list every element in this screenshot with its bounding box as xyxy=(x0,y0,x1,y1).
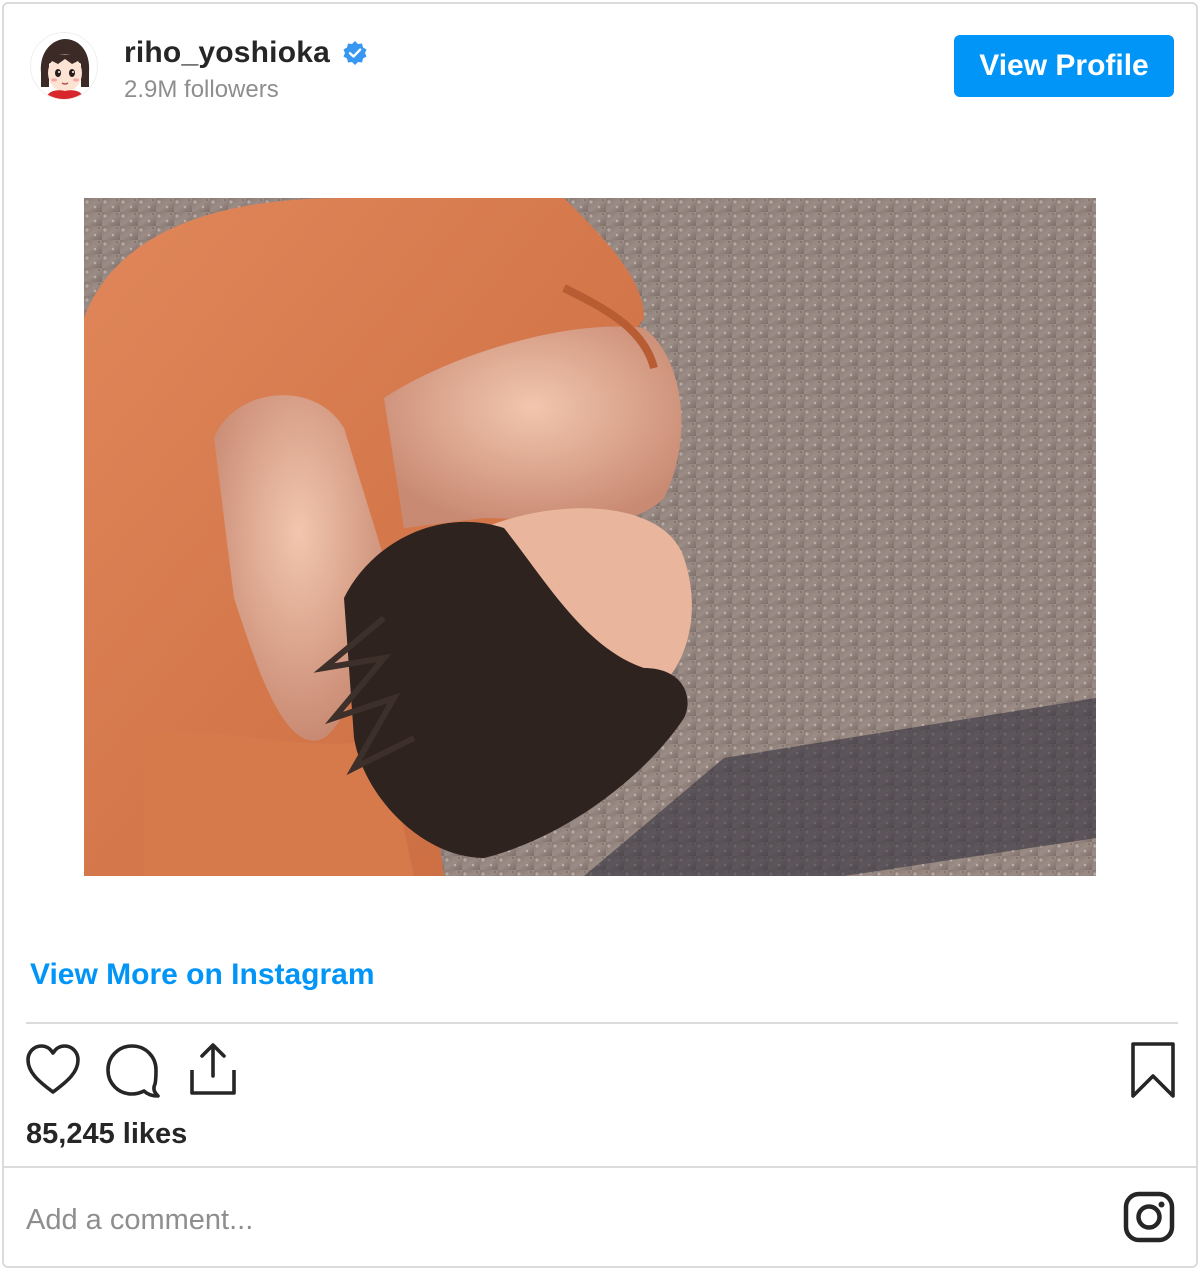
post-image[interactable] xyxy=(84,198,1096,876)
action-bar xyxy=(4,1040,1196,1110)
post-header: riho_yoshioka 2.9M followers View Profil… xyxy=(4,4,1196,134)
follower-count: 2.9M followers xyxy=(124,76,279,103)
instagram-embed-card: riho_yoshioka 2.9M followers View Profil… xyxy=(2,2,1198,1268)
divider xyxy=(26,1022,1178,1024)
avatar-illustration xyxy=(31,33,97,99)
bookmark-icon[interactable] xyxy=(1124,1040,1182,1102)
verified-badge-icon xyxy=(342,40,368,66)
comment-input[interactable] xyxy=(26,1194,1086,1246)
username[interactable]: riho_yoshioka xyxy=(124,36,330,70)
instagram-logo-icon[interactable] xyxy=(1122,1190,1176,1244)
comment-icon[interactable] xyxy=(104,1040,162,1102)
like-count: 85,245 likes xyxy=(26,1118,188,1150)
divider xyxy=(4,1166,1196,1168)
avatar[interactable] xyxy=(30,32,98,100)
post-photo xyxy=(84,198,1096,876)
view-profile-button[interactable]: View Profile xyxy=(954,35,1174,97)
share-icon[interactable] xyxy=(184,1040,242,1102)
username-row: riho_yoshioka xyxy=(124,36,368,70)
view-more-link[interactable]: View More on Instagram xyxy=(30,958,375,992)
heart-icon[interactable] xyxy=(24,1040,82,1102)
